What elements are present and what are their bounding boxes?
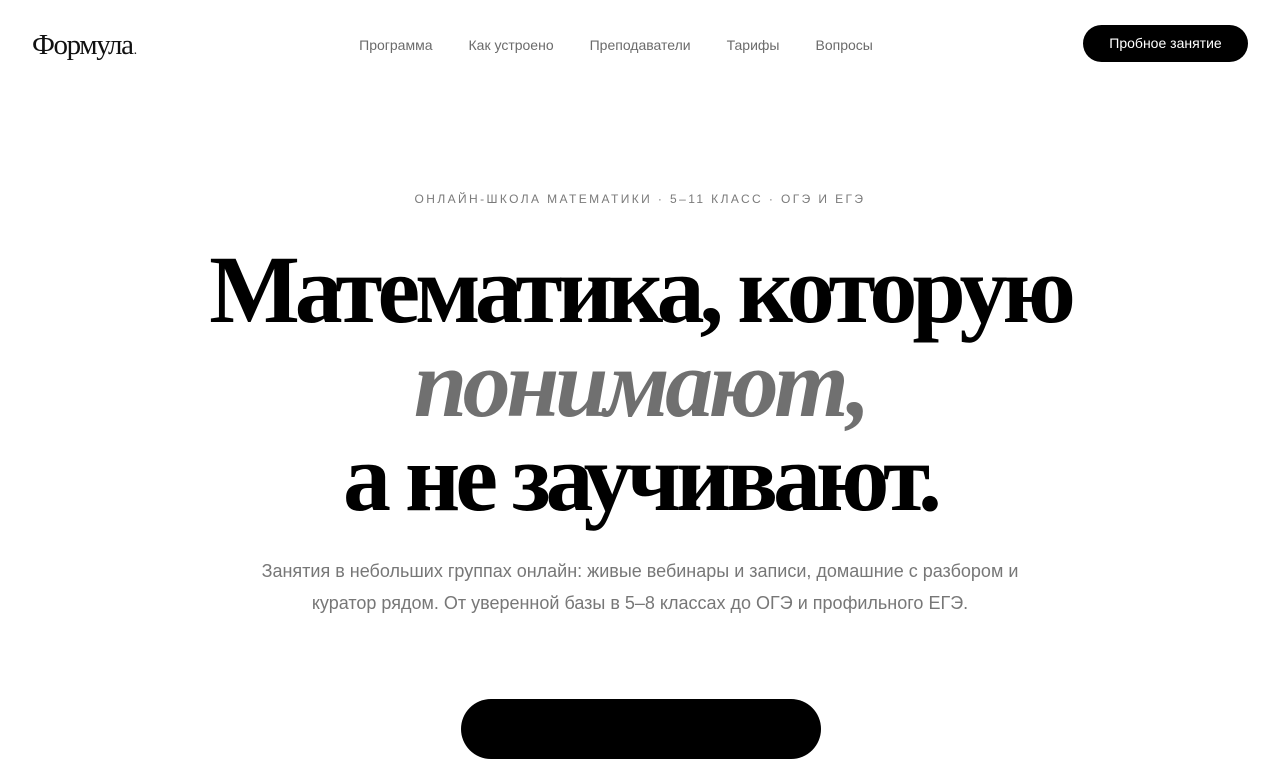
nav-link-faq[interactable]: Вопросы [816,35,873,55]
headline-line-2: понимают, [413,330,871,437]
main-nav: Программа Как устроено Преподаватели Тар… [0,35,1232,55]
trial-lesson-button[interactable]: Пробное занятие [1083,25,1248,62]
hero-cta-button[interactable] [461,699,821,759]
nav-link-pricing[interactable]: Тарифы [727,35,780,55]
hero-lead: Занятия в небольших группах онлайн: живы… [261,561,1019,613]
site-header: Формула. Программа Как устроено Преподав… [0,0,1280,88]
nav-link-program[interactable]: Программа [359,35,432,55]
nav-link-teachers[interactable]: Преподаватели [590,35,691,55]
headline-line-3: а не заучивают. [343,424,942,531]
hero-eyebrow: ОНЛАЙН-ШКОЛА МАТЕМАТИКИ · 5–11 КЛАСС · О… [414,192,866,206]
headline-line-1: Математика, которую [209,236,1076,343]
nav-link-how-it-works[interactable]: Как устроено [469,35,554,55]
